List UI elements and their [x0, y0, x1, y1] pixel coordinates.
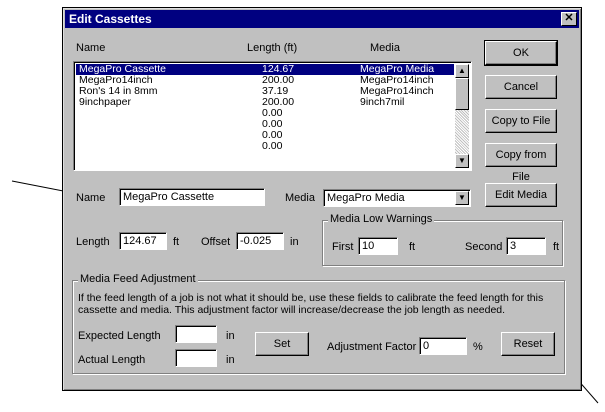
list-item-length: 0.00 — [262, 140, 283, 152]
edit-cassettes-dialog: Edit Cassettes ✕ Name Length (ft) Media … — [62, 7, 582, 391]
offset-field[interactable]: -0.025 — [236, 232, 284, 250]
scroll-down-icon[interactable]: ▼ — [455, 154, 469, 168]
list-item[interactable]: 0.00 — [76, 141, 454, 152]
copy-from-file-button[interactable]: Copy from File — [485, 143, 557, 183]
header-media: Media — [370, 42, 400, 54]
chevron-down-icon[interactable]: ▼ — [455, 191, 469, 205]
name-label: Name — [76, 192, 106, 204]
actual-length-field[interactable] — [175, 349, 217, 367]
list-item-name: 9inchpaper — [79, 96, 131, 108]
first-label: First — [332, 241, 354, 253]
adjustment-factor-field: 0 — [419, 337, 467, 355]
expected-length-label: Expected Length — [78, 330, 161, 342]
close-icon[interactable]: ✕ — [561, 12, 577, 26]
edit-media-button[interactable]: Edit Media — [485, 183, 557, 207]
actual-length-unit: in — [226, 354, 235, 366]
first-field[interactable]: 10 — [358, 237, 398, 255]
length-label: Length — [76, 236, 110, 248]
reset-button[interactable]: Reset — [501, 332, 555, 356]
second-field[interactable]: 3 — [506, 237, 546, 255]
second-unit: ft — [553, 241, 560, 253]
media-select-value: MegaPro Media — [327, 192, 405, 204]
dialog-title: Edit Cassettes — [69, 12, 152, 26]
first-unit: ft — [409, 241, 416, 253]
scroll-up-icon[interactable]: ▲ — [455, 64, 469, 78]
ok-button[interactable]: OK — [484, 40, 558, 66]
header-length: Length (ft) — [247, 42, 298, 54]
expected-length-unit: in — [226, 330, 235, 342]
set-button[interactable]: Set — [255, 332, 309, 356]
feed-description: If the feed length of a job is not what … — [78, 292, 544, 316]
media-low-warnings-title: Media Low Warnings — [328, 213, 435, 225]
adjustment-factor-unit: % — [473, 341, 483, 353]
offset-label: Offset — [201, 236, 231, 248]
media-label: Media — [285, 192, 315, 204]
title-bar: Edit Cassettes ✕ — [65, 10, 579, 28]
expected-length-field[interactable] — [175, 325, 217, 343]
list-scrollbar[interactable]: ▲ ▼ — [455, 64, 469, 168]
scroll-track[interactable] — [455, 110, 469, 154]
offset-unit: in — [290, 236, 299, 248]
copy-to-file-button[interactable]: Copy to File — [485, 109, 557, 133]
length-unit: ft — [173, 236, 180, 248]
media-select[interactable]: MegaPro Media ▼ — [323, 189, 471, 207]
media-feed-adjustment-title: Media Feed Adjustment — [78, 273, 198, 285]
length-field[interactable]: 124.67 — [119, 232, 167, 250]
name-field[interactable]: MegaPro Cassette — [119, 188, 265, 206]
actual-length-label: Actual Length — [78, 354, 146, 366]
list-item-media: 9inch7mil — [360, 96, 405, 108]
second-label: Second — [465, 241, 503, 253]
cassette-list[interactable]: MegaPro Cassette 124.67 MegaPro Media MegaP… — [73, 61, 472, 171]
adjustment-factor-label: Adjustment Factor — [327, 341, 417, 353]
scroll-thumb[interactable] — [455, 78, 469, 110]
cancel-button[interactable]: Cancel — [485, 75, 557, 99]
header-name: Name — [76, 42, 106, 54]
